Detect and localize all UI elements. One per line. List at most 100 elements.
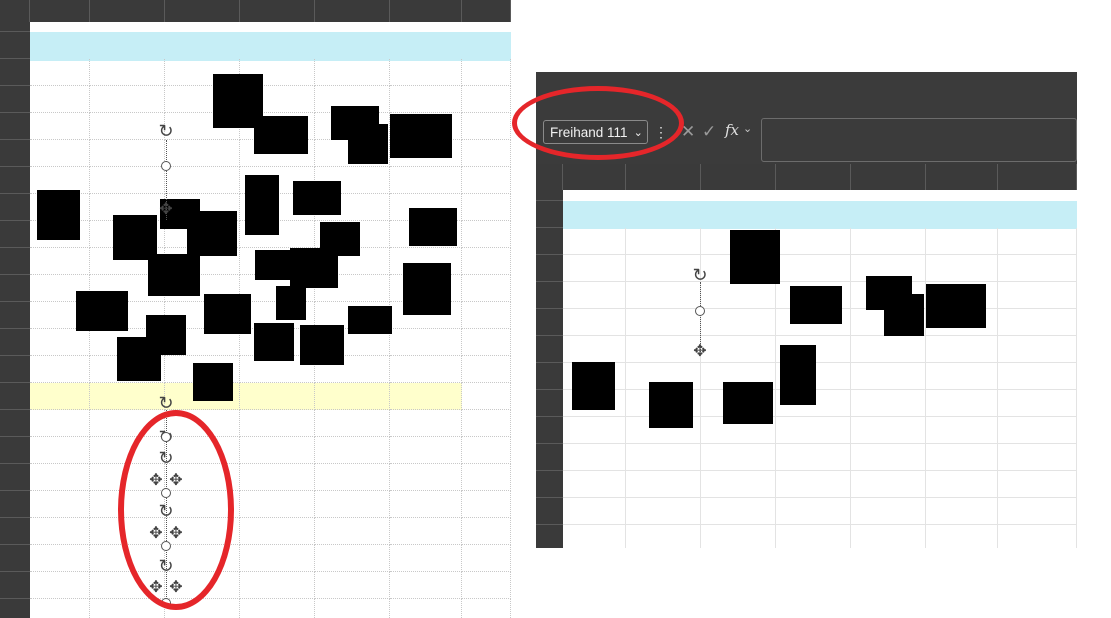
table-cell[interactable] [462,275,511,302]
table-cell[interactable] [165,167,240,194]
table-cell[interactable] [998,363,1077,390]
column-header-m[interactable] [626,164,701,190]
table-cell[interactable] [998,228,1077,255]
resize-handle[interactable] [161,161,171,171]
table-cell[interactable] [315,59,390,86]
table-cell[interactable] [462,572,511,599]
table-cell[interactable] [998,309,1077,336]
column-header-r[interactable] [998,164,1077,190]
table-cell[interactable] [776,525,851,548]
table-cell[interactable] [462,248,511,275]
table-cell[interactable] [30,329,90,356]
row-header[interactable] [0,140,30,167]
table-cell[interactable] [851,525,926,548]
table-cell[interactable] [462,383,511,410]
table-cell[interactable] [390,572,462,599]
table-cell[interactable] [926,471,998,498]
table-cell[interactable] [30,464,90,491]
row-header[interactable] [0,545,30,572]
table-cell[interactable] [563,282,626,309]
table-cell[interactable] [701,336,776,363]
table-cell[interactable] [851,336,926,363]
table-cell[interactable] [240,518,315,545]
row-header[interactable] [536,390,563,417]
row-header[interactable] [0,518,30,545]
table-cell[interactable] [563,309,626,336]
table-cell[interactable] [390,356,462,383]
column-header-o[interactable] [776,164,851,190]
row-header[interactable] [0,464,30,491]
table-cell[interactable] [240,545,315,572]
row-header[interactable] [536,417,563,444]
row-header[interactable] [536,201,563,228]
table-cell[interactable] [30,572,90,599]
table-cell[interactable] [563,498,626,525]
row-header[interactable] [0,22,30,32]
select-all-corner[interactable] [0,0,30,22]
table-cell[interactable] [926,417,998,444]
table-cell[interactable] [390,464,462,491]
table-cell[interactable] [240,410,315,437]
table-cell[interactable] [90,140,165,167]
row-header[interactable] [0,113,30,140]
table-cell[interactable] [390,599,462,618]
header-cell[interactable] [165,32,240,61]
table-cell[interactable] [851,363,926,390]
table-cell[interactable] [90,59,165,86]
row-header[interactable] [536,525,563,548]
table-cell[interactable] [390,329,462,356]
table-cell[interactable] [315,464,390,491]
table-cell[interactable] [30,410,90,437]
header-cell[interactable] [926,201,998,229]
rotate-handle-icon[interactable]: ↻ [156,121,176,141]
row-header[interactable] [0,248,30,275]
table-cell[interactable] [315,437,390,464]
row-header[interactable] [0,194,30,221]
row-header[interactable] [0,491,30,518]
table-cell[interactable] [926,390,998,417]
row-header[interactable] [536,498,563,525]
table-cell[interactable] [315,491,390,518]
table-cell[interactable] [851,390,926,417]
table-cell[interactable] [563,228,626,255]
table-cell[interactable] [998,471,1077,498]
table-cell[interactable] [462,113,511,140]
row-header[interactable] [536,363,563,390]
header-cell[interactable] [390,32,462,61]
table-cell[interactable] [390,518,462,545]
table-cell[interactable] [998,390,1077,417]
table-cell[interactable] [30,599,90,618]
chevron-down-icon[interactable]: ⌄ [743,122,752,135]
table-cell[interactable] [30,437,90,464]
table-cell[interactable] [165,140,240,167]
table-cell[interactable] [462,356,511,383]
row-header[interactable] [0,302,30,329]
table-cell[interactable] [998,282,1077,309]
table-cell[interactable] [90,86,165,113]
row-header[interactable] [0,329,30,356]
table-cell[interactable] [626,525,701,548]
row-header[interactable] [0,59,30,86]
row-header[interactable] [536,282,563,309]
table-cell[interactable] [315,545,390,572]
table-cell[interactable] [776,417,851,444]
table-cell[interactable] [563,255,626,282]
table-cell[interactable] [626,471,701,498]
column-header-n[interactable] [165,0,240,22]
table-cell[interactable] [998,336,1077,363]
header-cell[interactable] [90,32,165,61]
table-cell[interactable] [776,228,851,255]
row-header[interactable] [0,167,30,194]
row-header[interactable] [0,356,30,383]
row-header[interactable] [0,572,30,599]
table-cell[interactable] [462,329,511,356]
table-cell[interactable] [926,525,998,548]
table-cell[interactable] [30,491,90,518]
table-cell[interactable] [30,518,90,545]
row-header[interactable] [536,255,563,282]
row-header[interactable] [0,86,30,113]
table-cell[interactable] [90,167,165,194]
table-cell[interactable] [390,86,462,113]
table-cell[interactable] [563,417,626,444]
header-cell[interactable] [240,32,315,61]
